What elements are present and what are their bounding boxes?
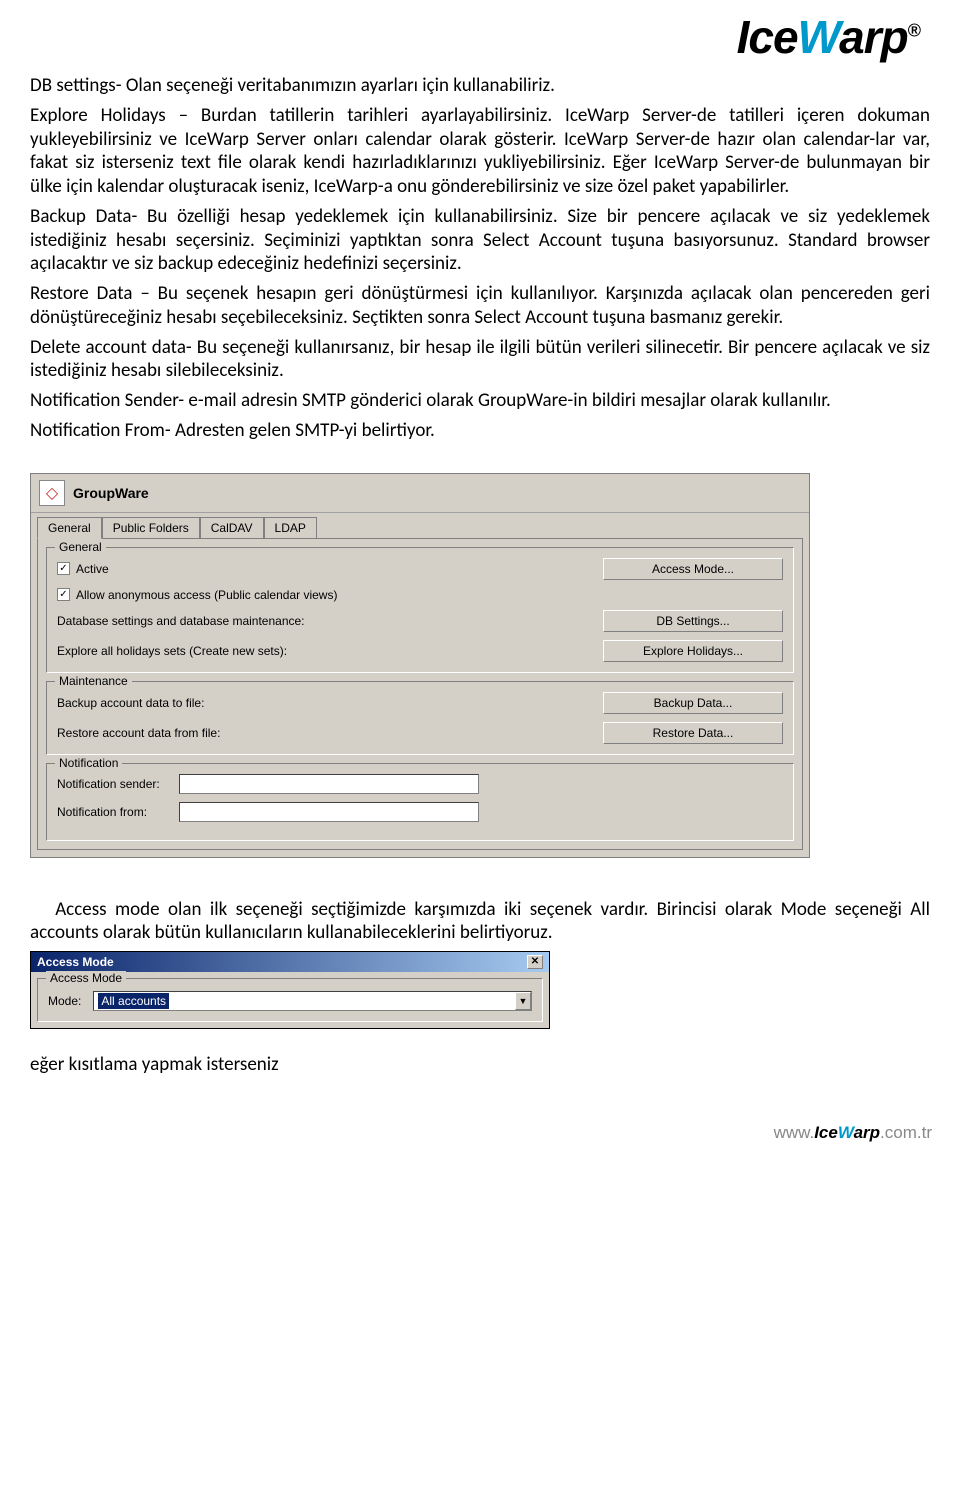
tab-ldap[interactable]: LDAP: [264, 517, 317, 539]
tab-row: General Public Folders CalDAV LDAP: [31, 513, 809, 539]
checkbox-active[interactable]: ✓: [57, 562, 70, 575]
footer-w: W: [838, 1123, 854, 1142]
label-explore-holidays: Explore all holidays sets (Create new se…: [57, 644, 603, 658]
access-mode-title-text: Access Mode: [37, 955, 114, 969]
label-notif-sender: Notification sender:: [57, 777, 167, 791]
paragraph-db-settings: DB settings- Olan seçeneği veritabanımız…: [30, 74, 930, 98]
db-settings-button[interactable]: DB Settings...: [603, 610, 783, 632]
tab-general[interactable]: General: [37, 517, 102, 539]
label-backup: Backup account data to file:: [57, 696, 603, 710]
paragraph-explore-holidays: Explore Holidays – Burdan tatillerin tar…: [30, 104, 930, 199]
paragraph-notification-sender: Notification Sender- e-mail adresin SMTP…: [30, 389, 930, 413]
paragraph-access-mode-intro: Access mode olan ilk seçeneği seçtiğimiz…: [30, 898, 930, 946]
access-mode-button[interactable]: Access Mode...: [603, 558, 783, 580]
input-notif-from[interactable]: [179, 802, 479, 822]
legend-maintenance: Maintenance: [55, 674, 132, 688]
label-allow-anon: Allow anonymous access (Public calendar …: [76, 588, 783, 602]
groupware-title: GroupWare: [73, 485, 149, 501]
logo-part-arp: arp: [839, 11, 908, 63]
fieldset-notification: Notification Notification sender: Notifi…: [46, 763, 794, 841]
fieldset-maintenance: Maintenance Backup account data to file:…: [46, 681, 794, 755]
tab-public-folders[interactable]: Public Folders: [102, 517, 200, 539]
paragraph-trailing: eğer kısıtlama yapmak isterseniz: [30, 1053, 930, 1077]
mode-select[interactable]: All accounts ▼: [93, 991, 532, 1011]
footer-arp: arp: [854, 1123, 880, 1142]
access-mode-dialog: Access Mode ✕ Access Mode Mode: All acco…: [30, 951, 550, 1029]
legend-access-mode: Access Mode: [46, 971, 126, 985]
logo-part-w: W: [798, 11, 840, 63]
tab-content: General ✓ Active Access Mode... ✓ Allow …: [37, 538, 803, 850]
explore-holidays-button[interactable]: Explore Holidays...: [603, 640, 783, 662]
paragraph-backup-data: Backup Data- Bu özelliği hesap yedekleme…: [30, 205, 930, 276]
label-notif-from: Notification from:: [57, 805, 167, 819]
label-db-settings: Database settings and database maintenan…: [57, 614, 603, 628]
logo-top: IceWarp®: [30, 10, 930, 64]
groupware-panel: ◇ GroupWare General Public Folders CalDA…: [30, 473, 810, 858]
fieldset-general: General ✓ Active Access Mode... ✓ Allow …: [46, 547, 794, 673]
chevron-down-icon[interactable]: ▼: [515, 992, 531, 1010]
legend-notification: Notification: [55, 756, 122, 770]
label-mode: Mode:: [48, 994, 81, 1008]
input-notif-sender[interactable]: [179, 774, 479, 794]
close-icon[interactable]: ✕: [527, 955, 543, 969]
paragraph-delete-account: Delete account data- Bu seçeneği kullanı…: [30, 336, 930, 384]
groupware-icon: ◇: [39, 480, 65, 506]
paragraph-restore-data: Restore Data – Bu seçenek hesapın geri d…: [30, 282, 930, 330]
legend-general: General: [55, 540, 106, 554]
checkbox-allow-anon[interactable]: ✓: [57, 588, 70, 601]
label-restore: Restore account data from file:: [57, 726, 603, 740]
access-mode-fieldset: Access Mode Mode: All accounts ▼: [37, 978, 543, 1022]
logo-reg: ®: [908, 21, 920, 41]
groupware-header: ◇ GroupWare: [31, 474, 809, 513]
footer-www: www.: [774, 1123, 815, 1142]
label-active: Active: [76, 562, 603, 576]
footer-suffix: .com.tr: [880, 1123, 932, 1142]
tab-caldav[interactable]: CalDAV: [200, 517, 264, 539]
footer-url: www.IceWarp.com.tr: [0, 1113, 960, 1159]
mode-selected-value: All accounts: [98, 993, 169, 1009]
footer-ice: Ice: [814, 1123, 838, 1142]
paragraph-notification-from: Notification From- Adresten gelen SMTP-y…: [30, 419, 930, 443]
access-mode-titlebar: Access Mode ✕: [31, 952, 549, 972]
backup-data-button[interactable]: Backup Data...: [603, 692, 783, 714]
logo-part-ice: Ice: [737, 11, 798, 63]
restore-data-button[interactable]: Restore Data...: [603, 722, 783, 744]
